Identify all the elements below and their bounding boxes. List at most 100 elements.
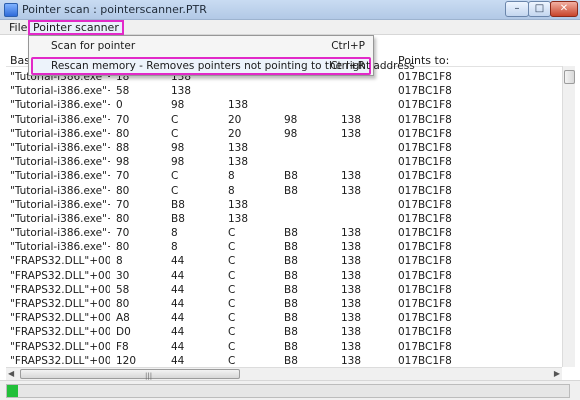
progress-fill [7, 385, 19, 397]
cell-offset: C [228, 312, 236, 325]
cell-offset: 8 [116, 255, 123, 268]
table-row[interactable]: "Tutorial-i386.exe"+00... 70 B8 138 017BC1F8 [6, 198, 562, 212]
cell-offset: 44 [171, 255, 185, 268]
close-button[interactable]: ✕ [550, 1, 578, 17]
table-row[interactable]: "Tutorial-i386.exe"+00... 80 C 20 98 138 017BC… [6, 127, 562, 141]
table-row[interactable]: "Tutorial-i386.exe"+00... 70 C 20 98 138 017BC… [6, 113, 562, 127]
cell-base-address: "Tutorial-i386.exe"+00... [10, 141, 110, 154]
cell-base-address: "Tutorial-i386.exe"+00... [10, 99, 110, 112]
menu-item-scan-for-pointer[interactable]: Scan for pointer Ctrl+P [31, 37, 371, 55]
table-row[interactable]: "Tutorial-i386.exe"+00... 70 8 C B8 138 017BC1… [6, 226, 562, 240]
cell-offset: 138 [228, 198, 249, 211]
cell-base-address: "Tutorial-i386.exe"+00... [10, 184, 110, 197]
menu-item-rescan-memory[interactable]: Rescan memory - Removes pointers not poi… [31, 57, 415, 75]
table-row[interactable]: "FRAPS32.DLL"+0003... 120 44 C B8 138 017BC1F8 [6, 354, 562, 367]
table-row[interactable]: "FRAPS32.DLL"+0003... D0 44 C B8 138 017BC1F8 [6, 325, 562, 339]
horizontal-scroll-thumb[interactable]: ||| [20, 369, 240, 380]
table-row[interactable]: "FRAPS32.DLL"+0003... 30 44 C B8 138 017BC1F8 [6, 269, 562, 283]
cell-offset: D0 [116, 326, 131, 339]
cell-base-address: "Tutorial-i386.exe"+00... [10, 85, 110, 98]
table-row[interactable]: "Tutorial-i386.exe"+00... 80 B8 138 017BC1F8 [6, 212, 562, 226]
table-row[interactable]: "FRAPS32.DLL"+0003... 58 44 C B8 138 017BC1F8 [6, 283, 562, 297]
status-bar [0, 380, 580, 400]
cell-base-address: "Tutorial-i386.exe"+00... [10, 127, 110, 140]
cell-offset: 8 [228, 184, 235, 197]
minimize-button[interactable]: – [505, 1, 529, 17]
cell-offset: 138 [341, 326, 362, 339]
cell-offset: 120 [116, 354, 137, 367]
table-row[interactable]: "Tutorial-i386.exe"+00... 98 98 138 017BC1F8 [6, 155, 562, 169]
cell-offset: B8 [284, 283, 298, 296]
cell-offset: C [228, 241, 236, 254]
table-row[interactable]: "FRAPS32.DLL"+0003... 8 44 C B8 138 017BC1F8 [6, 254, 562, 268]
table-row[interactable]: "FRAPS32.DLL"+0003... F8 44 C B8 138 017BC1F8 [6, 340, 562, 354]
cell-points-to: 017BC1F8 [398, 227, 452, 240]
cell-offset: 70 [116, 113, 130, 126]
cell-offset: B8 [284, 184, 298, 197]
cell-offset: 138 [341, 269, 362, 282]
table-row[interactable]: "Tutorial-i386.exe"+00... 80 8 C B8 138 017BC1… [6, 240, 562, 254]
maximize-button[interactable]: □ [528, 1, 551, 17]
table-row[interactable]: "Tutorial-i386.exe"+00... 70 C 8 B8 138 017BC1… [6, 169, 562, 183]
app-icon [4, 3, 18, 17]
cell-offset: F8 [116, 340, 129, 353]
cell-offset: 88 [116, 141, 130, 154]
cell-offset: B8 [284, 227, 298, 240]
cell-offset: B8 [284, 326, 298, 339]
cell-points-to: 017BC1F8 [398, 326, 452, 339]
cell-offset: C [228, 255, 236, 268]
cell-points-to: 017BC1F8 [398, 340, 452, 353]
cell-points-to: 017BC1F8 [398, 241, 452, 254]
cell-points-to: 017BC1F8 [398, 255, 452, 268]
cell-offset: 138 [341, 283, 362, 296]
cell-offset: 98 [171, 99, 185, 112]
table-row[interactable]: "Tutorial-i386.exe"+00... 88 98 138 017BC1F8 [6, 141, 562, 155]
cell-offset: C [228, 269, 236, 282]
cell-offset: 8 [228, 170, 235, 183]
cell-offset: C [228, 227, 236, 240]
table-row[interactable]: "Tutorial-i386.exe"+00... 80 C 8 B8 138 017BC1… [6, 184, 562, 198]
cell-offset: B8 [284, 340, 298, 353]
menu-file[interactable]: File [6, 21, 30, 34]
table-row[interactable]: "Tutorial-i386.exe"+00... 0 98 138 017BC1F8 [6, 98, 562, 112]
cell-offset: C [171, 184, 179, 197]
cell-offset: 44 [171, 354, 185, 367]
cell-base-address: "FRAPS32.DLL"+0003... [10, 312, 110, 325]
cell-offset: 8 [171, 227, 178, 240]
vertical-scroll-thumb[interactable] [564, 70, 575, 84]
vertical-scrollbar[interactable] [562, 66, 575, 367]
cell-base-address: "Tutorial-i386.exe"+00... [10, 156, 110, 169]
cell-offset: B8 [284, 312, 298, 325]
cell-offset: 44 [171, 326, 185, 339]
menu-pointer-scanner[interactable]: Pointer scanner [28, 20, 124, 35]
horizontal-scrollbar[interactable]: ◀ ||| ▶ [6, 367, 562, 380]
cell-points-to: 017BC1F8 [398, 99, 452, 112]
cell-offset: 138 [341, 127, 362, 140]
cell-points-to: 017BC1F8 [398, 212, 452, 225]
cell-offset: 58 [116, 283, 130, 296]
cell-offset: C [228, 340, 236, 353]
cell-offset: 20 [228, 113, 242, 126]
table-row[interactable]: "Tutorial-i386.exe"+00... 58 138 017BC1F8 [6, 84, 562, 98]
window-title: Pointer scan : pointerscanner.PTR [22, 3, 207, 16]
cell-points-to: 017BC1F8 [398, 156, 452, 169]
cell-offset: B8 [284, 241, 298, 254]
cell-offset: 58 [116, 85, 130, 98]
cell-offset: B8 [284, 298, 298, 310]
cell-offset: 0 [116, 99, 123, 112]
table-row[interactable]: "FRAPS32.DLL"+0003... 80 44 C B8 138 017BC1F8 [6, 297, 562, 311]
pointer-list[interactable]: "Tutorial-i386.exe"+00...18138017BC1F8"T… [6, 70, 562, 367]
cell-offset: 138 [341, 184, 362, 197]
cell-offset: 138 [341, 227, 362, 240]
table-row[interactable]: "FRAPS32.DLL"+0003... A8 44 C B8 138 017BC1F8 [6, 311, 562, 325]
cell-offset: 138 [228, 212, 249, 225]
cell-offset: 30 [116, 269, 130, 282]
cell-points-to: 017BC1F8 [398, 127, 452, 140]
scroll-right-arrow-icon[interactable]: ▶ [554, 368, 560, 380]
cell-offset: 138 [341, 312, 362, 325]
scroll-left-arrow-icon[interactable]: ◀ [8, 368, 14, 380]
cell-offset: 70 [116, 198, 130, 211]
cell-points-to: 017BC1F8 [398, 198, 452, 211]
cell-offset: 98 [284, 127, 298, 140]
cell-base-address: "FRAPS32.DLL"+0003... [10, 283, 110, 296]
